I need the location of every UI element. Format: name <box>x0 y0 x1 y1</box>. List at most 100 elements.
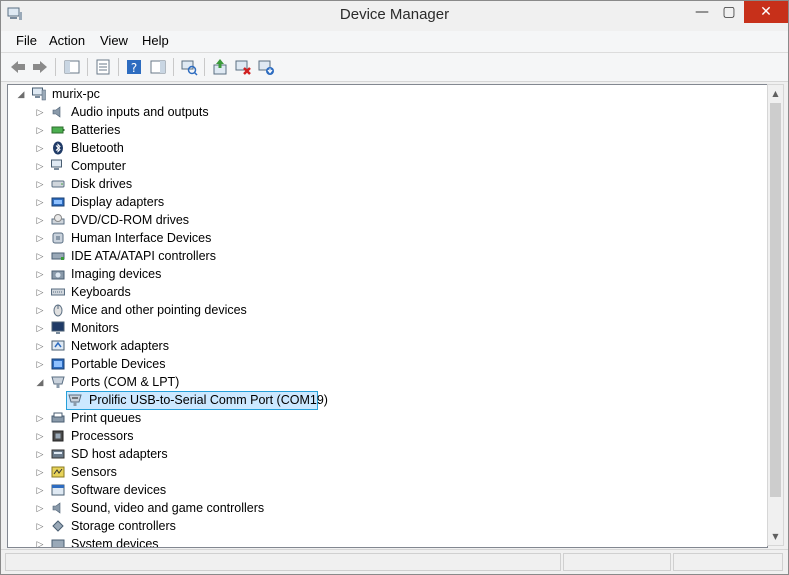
battery-icon <box>51 126 65 134</box>
collapse-arrow-icon[interactable]: ◢ <box>16 85 26 103</box>
close-button[interactable]: ✕ <box>744 1 788 23</box>
tree-category-label: System devices <box>71 537 159 548</box>
minimize-button[interactable]: — <box>688 1 716 23</box>
expand-arrow-icon[interactable]: ▷ <box>35 211 45 229</box>
menu-file[interactable]: File <box>16 33 37 48</box>
status-panel-1 <box>5 553 561 571</box>
expand-arrow-icon[interactable]: ▷ <box>35 481 45 499</box>
tree-category-label: Sound, video and game controllers <box>71 501 265 515</box>
tree-category-label: Print queues <box>71 411 142 425</box>
tree-root-label: murix-pc <box>52 87 100 101</box>
disable-device-icon[interactable] <box>234 58 252 76</box>
computer-icon <box>32 87 46 101</box>
device-tree[interactable]: ◢ murix-pc ▷ Audio inputs and outputs ▷ Bat… <box>7 84 768 548</box>
toolbar-separator <box>118 58 119 76</box>
portable-device-icon <box>51 358 65 370</box>
scan-hardware-changes-icon[interactable] <box>180 58 198 76</box>
expand-arrow-icon[interactable]: ▷ <box>35 121 45 139</box>
expand-arrow-icon[interactable]: ▷ <box>35 463 45 481</box>
bluetooth-icon <box>53 141 63 155</box>
show-hide-console-tree-icon[interactable] <box>63 58 81 76</box>
svg-text:?: ? <box>131 61 137 75</box>
scrollbar-thumb[interactable] <box>770 103 781 497</box>
toolbar-separator <box>204 58 205 76</box>
toolbar-separator <box>87 58 88 76</box>
ide-controller-icon <box>51 252 65 260</box>
expand-arrow-icon[interactable]: ▷ <box>35 103 45 121</box>
scroll-down-arrow-icon[interactable]: ▼ <box>768 528 783 545</box>
tree-category-label: Monitors <box>71 321 119 335</box>
tree-category-label: SD host adapters <box>71 447 168 461</box>
port-icon <box>68 394 82 406</box>
expand-arrow-icon[interactable]: ▷ <box>35 409 45 427</box>
uninstall-device-icon[interactable] <box>257 58 275 76</box>
tree-category-label: Display adapters <box>71 195 165 209</box>
vertical-scrollbar[interactable]: ▲ ▼ <box>767 84 784 546</box>
disk-drive-icon <box>51 180 65 188</box>
computer-icon <box>51 159 62 170</box>
menu-action[interactable]: Action <box>49 33 85 48</box>
tree-category-label: Disk drives <box>71 177 133 191</box>
network-adapter-icon <box>51 340 65 351</box>
tree-category-label: Storage controllers <box>71 519 176 533</box>
system-device-icon <box>51 539 65 547</box>
expand-arrow-icon[interactable]: ▷ <box>35 247 45 265</box>
tree-category-label: Processors <box>71 429 134 443</box>
expand-arrow-icon[interactable]: ▷ <box>35 319 45 337</box>
expand-arrow-icon[interactable]: ▷ <box>35 427 45 445</box>
toolbar-separator <box>55 58 56 76</box>
expand-arrow-icon[interactable]: ▷ <box>35 355 45 373</box>
tree-category-label: Computer <box>71 159 126 173</box>
dvd-drive-icon <box>51 214 65 225</box>
tree-category-label: Portable Devices <box>71 357 166 371</box>
expand-arrow-icon[interactable]: ▷ <box>35 139 45 157</box>
device-label: Prolific USB-to-Serial Comm Port (COM19) <box>89 393 328 407</box>
port-icon <box>51 376 65 388</box>
expand-arrow-icon[interactable]: ▷ <box>35 265 45 283</box>
expand-arrow-icon[interactable]: ▷ <box>35 175 45 193</box>
expand-arrow-icon[interactable]: ▷ <box>35 283 45 301</box>
tree-category-label: Network adapters <box>71 339 169 353</box>
expand-arrow-icon[interactable]: ▷ <box>35 193 45 211</box>
back-icon[interactable] <box>9 58 27 76</box>
window-title: Device Manager <box>339 6 450 23</box>
tree-category-label: Software devices <box>71 483 167 497</box>
collapse-arrow-icon[interactable]: ◢ <box>35 373 45 391</box>
expand-arrow-icon[interactable]: ▷ <box>35 157 45 175</box>
expand-arrow-icon[interactable]: ▷ <box>35 229 45 247</box>
title-bar[interactable]: Device Manager — ▢ ✕ <box>1 1 788 31</box>
expand-arrow-icon[interactable]: ▷ <box>35 535 45 547</box>
monitor-icon <box>51 321 65 334</box>
mouse-icon <box>53 304 63 317</box>
menu-bar: File Action View Help <box>1 31 788 53</box>
menu-view[interactable]: View <box>100 33 128 48</box>
tree-category-label: IDE ATA/ATAPI controllers <box>71 249 216 263</box>
expand-arrow-icon[interactable]: ▷ <box>35 445 45 463</box>
tree-category-label: Imaging devices <box>71 267 162 281</box>
maximize-button[interactable]: ▢ <box>716 1 742 23</box>
tree-category-label: Ports (COM & LPT) <box>71 375 180 389</box>
help-icon[interactable]: ? <box>125 58 143 76</box>
speaker-icon <box>52 106 61 118</box>
scroll-up-arrow-icon[interactable]: ▲ <box>768 85 783 102</box>
expand-arrow-icon[interactable]: ▷ <box>35 301 45 319</box>
update-driver-icon[interactable] <box>211 58 229 76</box>
sensor-icon <box>51 466 65 478</box>
tree-category-label: Audio inputs and outputs <box>71 105 209 119</box>
hid-icon <box>52 232 64 244</box>
expand-arrow-icon[interactable]: ▷ <box>35 517 45 535</box>
tree-category-label: Human Interface Devices <box>71 231 212 245</box>
expand-arrow-icon[interactable]: ▷ <box>35 337 45 355</box>
device-manager-window: Device Manager — ▢ ✕ File Action View He… <box>0 0 789 575</box>
show-hide-action-pane-icon[interactable] <box>149 58 167 76</box>
status-bar <box>1 549 788 574</box>
tree-category-label: DVD/CD-ROM drives <box>71 213 190 227</box>
printer-icon <box>51 412 65 423</box>
expand-arrow-icon[interactable]: ▷ <box>35 499 45 517</box>
menu-help[interactable]: Help <box>142 33 169 48</box>
storage-controller-icon <box>52 520 64 532</box>
sd-card-icon <box>51 449 65 459</box>
forward-icon[interactable] <box>31 58 49 76</box>
properties-icon[interactable] <box>94 58 112 76</box>
processor-icon <box>52 430 64 442</box>
